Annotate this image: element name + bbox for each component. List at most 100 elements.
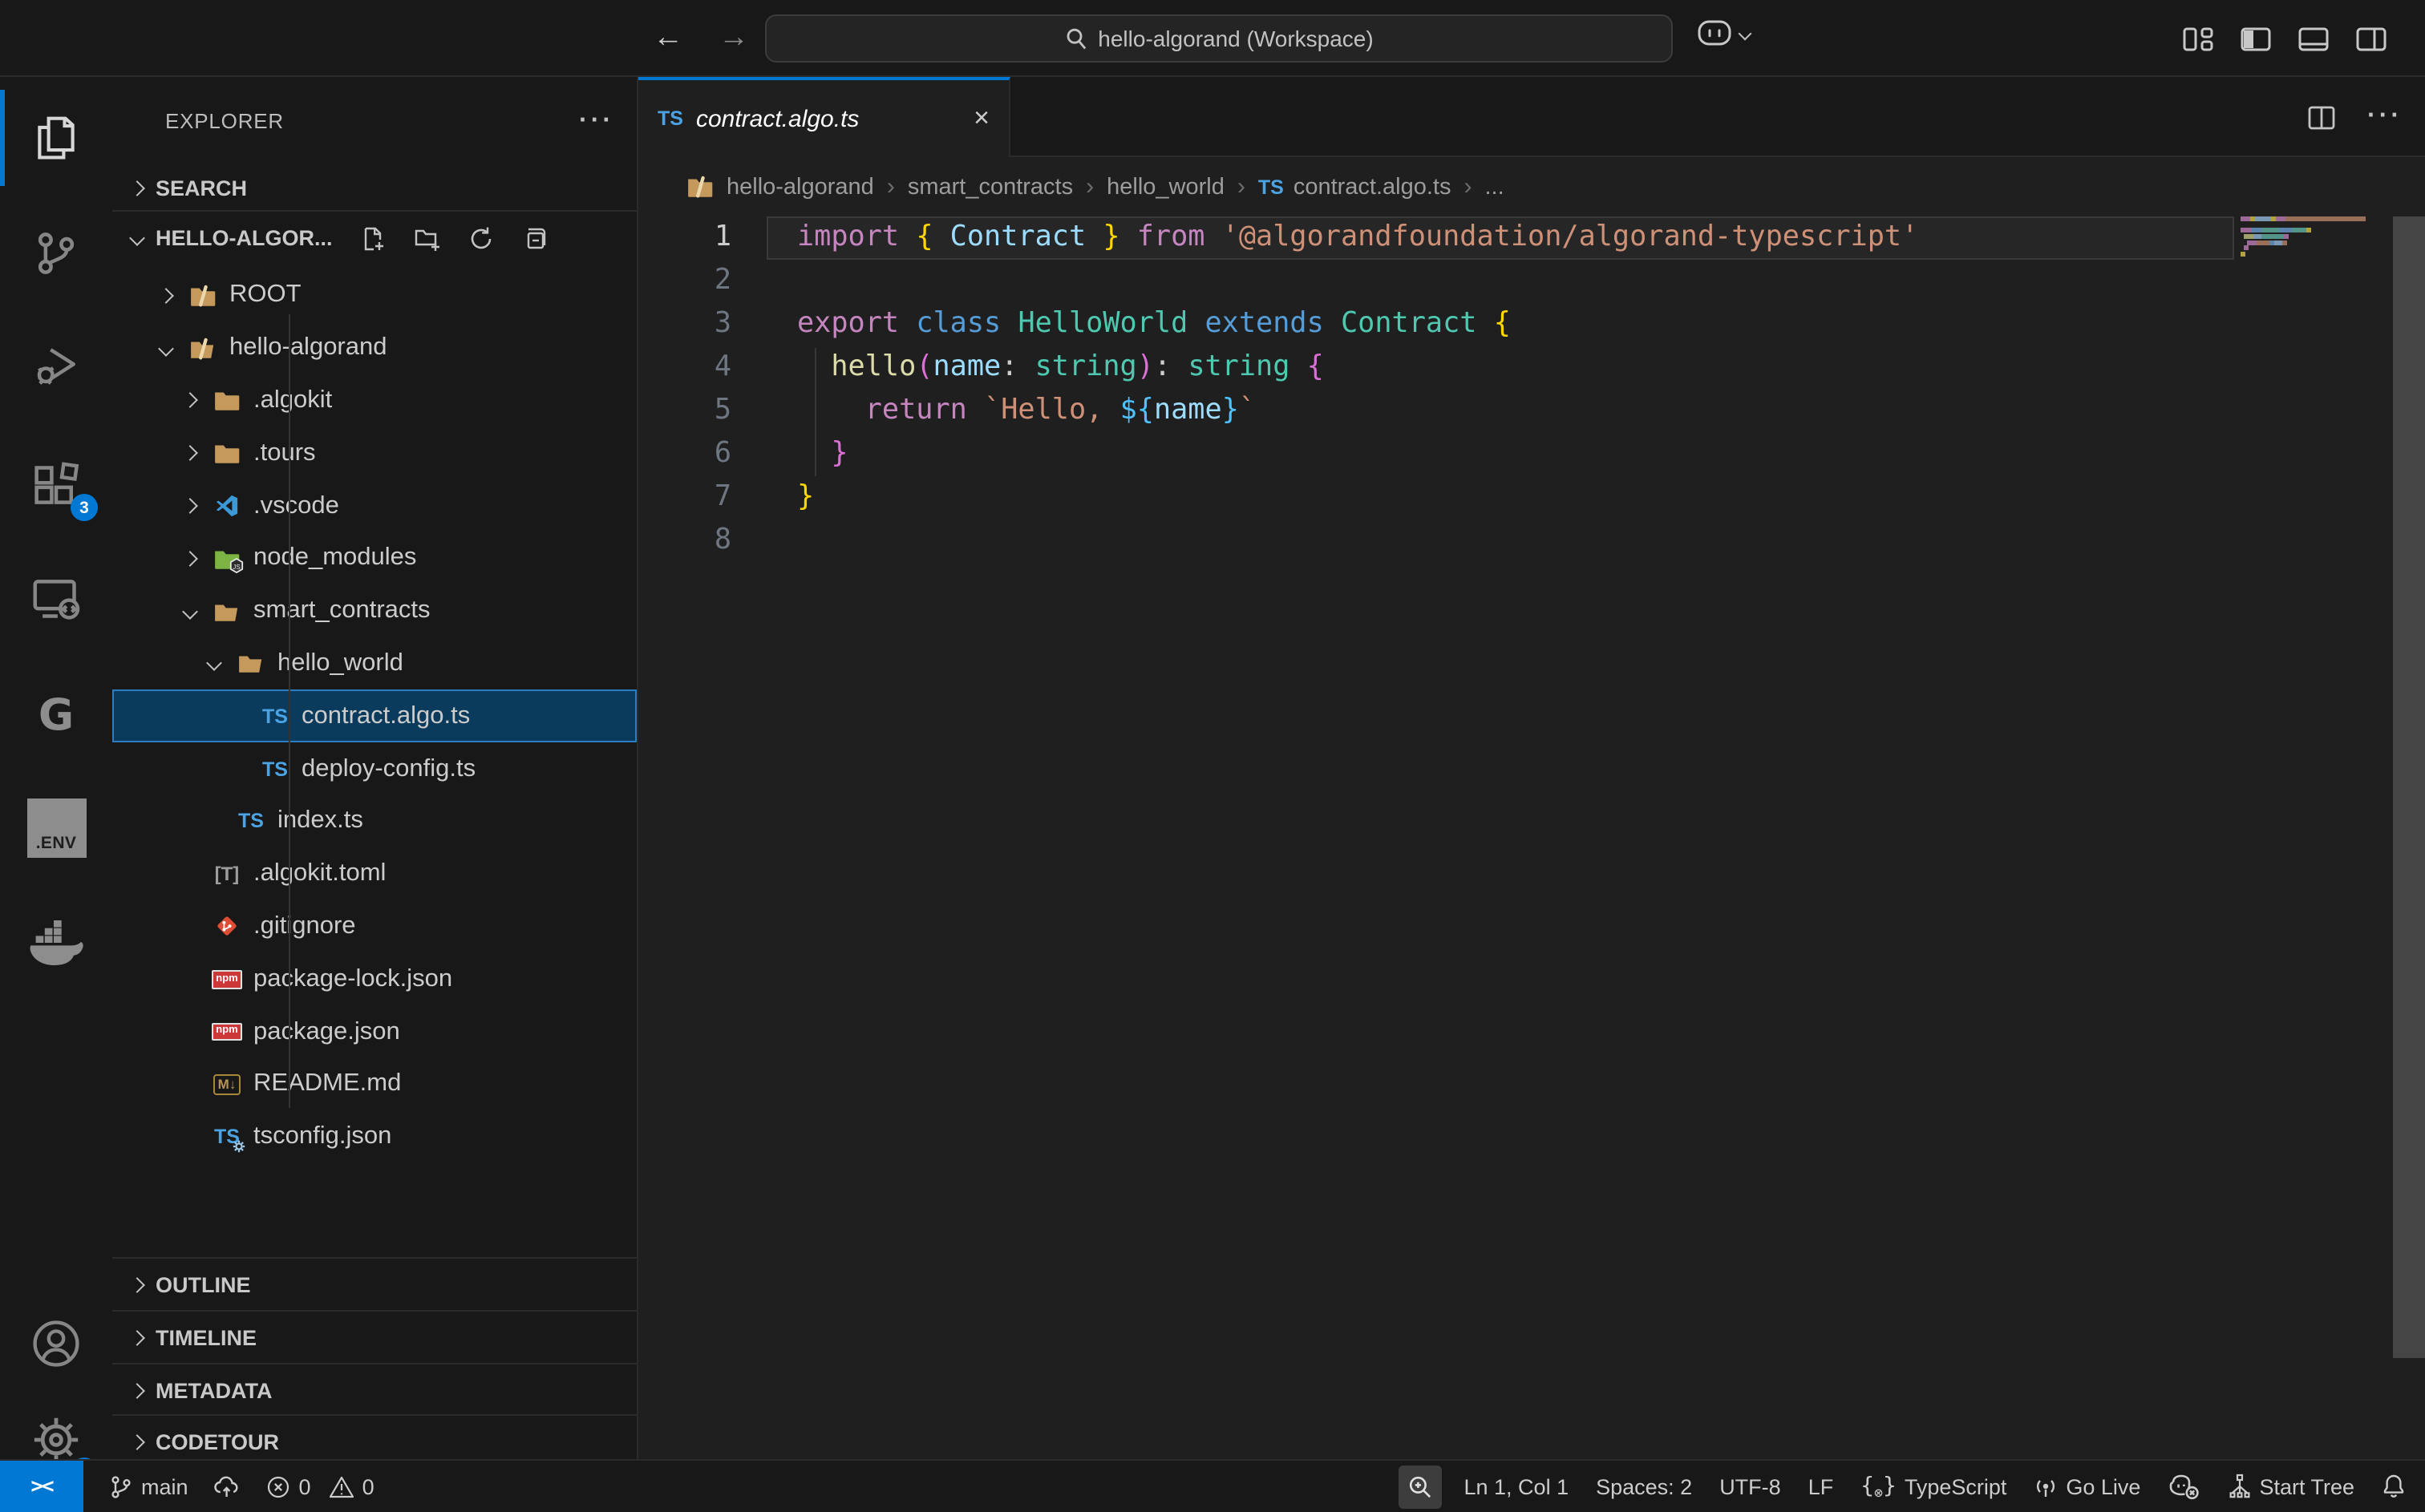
tree-item-tsconfig-json[interactable]: TStsconfig.json xyxy=(112,1111,637,1164)
tab-close-icon[interactable]: × xyxy=(974,103,990,135)
code-line-5: return `Hello, ${name}` xyxy=(797,390,2233,433)
branch-item[interactable]: main xyxy=(109,1474,188,1498)
editor-more-actions[interactable]: ··· xyxy=(2367,103,2403,131)
explorer-more-actions[interactable]: ··· xyxy=(579,107,614,135)
breadcrumb-separator: › xyxy=(1237,173,1245,200)
split-editor-icon[interactable] xyxy=(2308,105,2335,129)
tree-item--gitignore[interactable]: .gitignore xyxy=(112,900,637,953)
docker-activity-icon[interactable] xyxy=(0,895,112,991)
copilot-disabled-icon xyxy=(2168,1473,2200,1500)
scrollbar-slider[interactable] xyxy=(2393,216,2425,1358)
tree-item-package-lock-json[interactable]: npmpackage-lock.json xyxy=(112,953,637,1006)
indentation-item[interactable]: Spaces: 2 xyxy=(1596,1474,1692,1498)
code-editor[interactable]: 12345678 import { Contract } from '@algo… xyxy=(638,216,2425,1459)
tree-item--algokit-toml[interactable]: [T].algokit.toml xyxy=(112,848,637,901)
tree-item--tours[interactable]: .tours xyxy=(112,427,637,480)
code-line-2 xyxy=(797,260,2233,303)
error-count: 0 xyxy=(299,1474,311,1498)
tree-item-contract-algo-ts[interactable]: TScontract.algo.ts xyxy=(112,690,637,743)
toggle-secondary-sidebar-icon[interactable] xyxy=(2356,26,2387,51)
section-timeline[interactable]: TIMELINE xyxy=(112,1310,637,1363)
section-metadata[interactable]: METADATA xyxy=(112,1363,637,1416)
remote-indicator[interactable]: >< xyxy=(0,1460,83,1512)
back-icon[interactable]: ← xyxy=(653,21,683,56)
braces-icon: {⊗} xyxy=(1860,1474,1897,1499)
language-mode-item[interactable]: {⊗} TypeScript xyxy=(1860,1474,2006,1499)
copilot-disabled-item[interactable] xyxy=(2168,1473,2200,1500)
tree-item--vscode[interactable]: .vscode xyxy=(112,479,637,532)
toggle-panel-icon[interactable] xyxy=(2298,26,2329,51)
start-tree-item[interactable]: Start Tree xyxy=(2227,1474,2354,1499)
npm-icon: npm xyxy=(212,1018,242,1045)
line-number: 4 xyxy=(638,346,731,390)
source-control-activity-icon[interactable] xyxy=(0,205,112,301)
accounts-activity-icon[interactable] xyxy=(0,1296,112,1392)
line-number: 8 xyxy=(638,519,731,563)
tree-item-deploy-config-ts[interactable]: TSdeploy-config.ts xyxy=(112,742,637,795)
encoding-item[interactable]: UTF-8 xyxy=(1719,1474,1781,1498)
section-workspace[interactable]: HELLO-ALGOR... xyxy=(112,210,637,265)
run-debug-activity-icon[interactable] xyxy=(0,319,112,415)
eol-item[interactable]: LF xyxy=(1808,1474,1834,1498)
forward-icon[interactable]: → xyxy=(719,21,749,56)
title-bar: ← → hello-algorand (Workspace) xyxy=(0,0,2425,77)
tree-item--algokit[interactable]: .algokit xyxy=(112,374,637,427)
tree-item-hello-world[interactable]: hello_world xyxy=(112,637,637,690)
search-icon xyxy=(1064,27,1087,50)
tree-item-label: README.md xyxy=(253,1070,401,1099)
code-line-4: hello(name: string): string { xyxy=(797,346,2233,390)
customize-layout-icon[interactable] xyxy=(2183,26,2213,51)
tree-item-index-ts[interactable]: TSindex.ts xyxy=(112,795,637,848)
gitlens-activity-icon[interactable]: G xyxy=(0,667,112,763)
go-live-item[interactable]: Go Live xyxy=(2034,1474,2140,1498)
collapse-all-icon[interactable] xyxy=(522,225,548,251)
tree-item-label: tsconfig.json xyxy=(253,1122,391,1151)
git-icon xyxy=(212,913,242,940)
code-line-1: import { Contract } from '@algorandfound… xyxy=(797,216,2233,260)
activity-bar: 3 G .ENV 1 xyxy=(0,77,112,1459)
tree-item-hello-algorand[interactable]: hello-algorand xyxy=(112,322,637,375)
line-number-gutter: 12345678 xyxy=(638,216,741,563)
section-search[interactable]: SEARCH xyxy=(112,165,637,210)
chevron-right-icon xyxy=(129,180,145,196)
tab-contract-algo-ts[interactable]: TS contract.algo.ts × xyxy=(638,77,1010,157)
git-branch-icon xyxy=(109,1474,133,1498)
new-folder-icon[interactable] xyxy=(415,225,442,251)
folder-open-icon xyxy=(236,650,266,677)
editor-group: TS contract.algo.ts × ··· hello-algorand… xyxy=(638,77,2425,1459)
tree-item-smart-contracts[interactable]: smart_contracts xyxy=(112,585,637,638)
refresh-icon[interactable] xyxy=(469,225,495,251)
chevron-down-icon xyxy=(158,340,174,356)
chevron-right-icon xyxy=(129,1276,145,1292)
remote-explorer-activity-icon[interactable] xyxy=(0,550,112,646)
problems-item[interactable]: 0 0 xyxy=(267,1474,374,1498)
line-number: 7 xyxy=(638,476,731,519)
explorer-activity-icon[interactable] xyxy=(0,90,112,186)
new-file-icon[interactable] xyxy=(362,225,387,251)
zoom-status-item[interactable] xyxy=(1399,1465,1442,1508)
dotenv-activity-icon[interactable]: .ENV xyxy=(0,779,112,875)
command-center-search[interactable]: hello-algorand (Workspace) xyxy=(765,14,1673,63)
tab-bar: TS contract.algo.ts × ··· xyxy=(638,77,2425,157)
breadcrumb-item[interactable]: TScontract.algo.ts xyxy=(1258,174,1451,200)
breadcrumb-item[interactable]: smart_contracts xyxy=(908,174,1073,200)
breadcrumb[interactable]: hello-algorand › smart_contracts › hello_wor… xyxy=(638,157,2425,216)
extensions-activity-icon[interactable]: 3 xyxy=(0,438,112,534)
toggle-primary-sidebar-icon[interactable] xyxy=(2241,26,2271,51)
svg-text:JS: JS xyxy=(233,564,241,571)
status-bar: >< main 0 0 Ln 1, Col 1 Spaces: 2 UTF-8 … xyxy=(0,1459,2425,1512)
publish-item[interactable] xyxy=(214,1474,241,1498)
breadcrumb-item[interactable]: hello_world xyxy=(1107,174,1225,200)
tree-item-readme-md[interactable]: M↓README.md xyxy=(112,1058,637,1111)
cursor-position-item[interactable]: Ln 1, Col 1 xyxy=(1464,1474,1569,1498)
notifications-bell-icon[interactable] xyxy=(2382,1474,2406,1499)
tree-item-node-modules[interactable]: JSnode_modules xyxy=(112,532,637,585)
breadcrumb-item[interactable]: hello-algorand xyxy=(727,174,874,200)
chevron-right-icon xyxy=(129,1382,145,1398)
breadcrumb-item[interactable]: ... xyxy=(1484,174,1504,200)
copilot-menu[interactable] xyxy=(1697,19,1750,46)
tree-item-package-json[interactable]: npmpackage.json xyxy=(112,1005,637,1058)
section-outline[interactable]: OUTLINE xyxy=(112,1257,637,1310)
tree-item-root[interactable]: ROOT xyxy=(112,269,637,322)
breadcrumb-separator: › xyxy=(887,173,895,200)
